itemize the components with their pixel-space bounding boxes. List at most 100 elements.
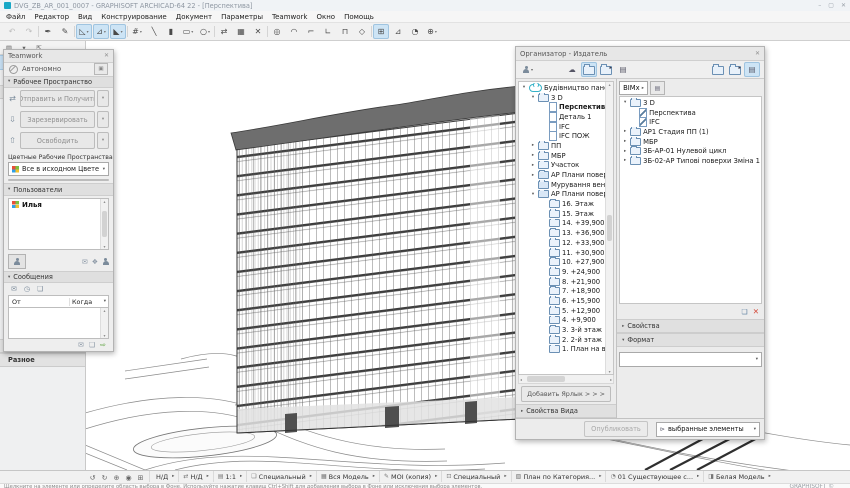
- organizer-titlebar[interactable]: Организатор - Издатель ✕: [516, 47, 764, 61]
- toolbox-item[interactable]: Разное: [0, 353, 85, 367]
- right-publisher-sets-button[interactable]: ▤: [744, 62, 760, 77]
- tree-expander-icon[interactable]: ▸: [530, 173, 536, 178]
- send-receive-button[interactable]: Отправить и Получить: [20, 90, 95, 108]
- inbox-tab-icon[interactable]: ✉: [11, 285, 17, 293]
- collapse-icon[interactable]: ▾: [622, 338, 624, 343]
- menu-item[interactable]: Документ: [176, 13, 212, 21]
- view-map-hscrollbar[interactable]: ◂ ▸: [518, 375, 615, 384]
- toolbar-button[interactable]: ◣: [110, 24, 126, 39]
- tree-item[interactable]: 15. Этаж: [520, 208, 605, 219]
- toolbar-button[interactable]: ✎: [57, 24, 73, 39]
- tree-item[interactable]: Перспектива: [621, 107, 760, 118]
- messages-section-header[interactable]: ▾ Сообщения: [4, 271, 113, 284]
- properties-header[interactable]: ▸ Свойства: [617, 319, 764, 333]
- publisher-sets-left-button[interactable]: ▤: [615, 62, 631, 77]
- quick-option[interactable]: ◨ Белая Модель ▸: [703, 471, 775, 482]
- menu-item[interactable]: Редактор: [34, 13, 69, 21]
- publish-button[interactable]: Опубликовать: [584, 421, 648, 437]
- tree-item[interactable]: ▸ МБР: [520, 150, 605, 161]
- column-when[interactable]: Когда ▾: [70, 298, 108, 306]
- user-profile-icon[interactable]: [102, 257, 109, 266]
- toolbar-button[interactable]: [267, 26, 268, 37]
- tree-item[interactable]: Мурування вентиляційних каналів ти: [520, 179, 605, 190]
- quick-option[interactable]: ❏ Специальный ▸: [246, 471, 316, 482]
- layout-book-button[interactable]: [598, 62, 614, 77]
- quick-option[interactable]: ✎ МОІ (копия) ▸: [378, 471, 441, 482]
- messages-scrollbar[interactable]: ▴ ▾: [100, 307, 108, 339]
- tree-expander-icon[interactable]: ▸: [530, 163, 536, 168]
- toolbar-button[interactable]: ◔: [407, 24, 423, 39]
- tree-expander-icon[interactable]: ▾: [622, 100, 628, 105]
- tree-item[interactable]: 14. +39,900: [520, 218, 605, 229]
- close-icon[interactable]: ✕: [755, 50, 760, 57]
- quick-option[interactable]: ▤ 1:1 ▸: [212, 471, 246, 482]
- menu-item[interactable]: Окно: [316, 13, 335, 21]
- quick-option[interactable]: ▦ Вся Модель ▸: [315, 471, 379, 482]
- collapse-icon[interactable]: ▾: [8, 79, 10, 84]
- user-filter-button[interactable]: [8, 254, 26, 270]
- view-map-button[interactable]: [581, 62, 597, 77]
- my-workspace-button[interactable]: Мое Рабочее Пространство: [8, 179, 109, 182]
- tree-item[interactable]: IFC ПОЖ: [520, 131, 605, 142]
- collapse-icon[interactable]: ▸: [622, 324, 624, 329]
- pending-tab-icon[interactable]: ◷: [24, 285, 30, 293]
- toolbar-button[interactable]: ▮: [163, 24, 179, 39]
- tree-item[interactable]: 11. +30,900: [520, 247, 605, 258]
- collapse-icon[interactable]: ▾: [8, 187, 10, 192]
- maximize-button[interactable]: ▢: [828, 2, 834, 9]
- release-button[interactable]: Освободить: [20, 132, 95, 150]
- toolbar-button[interactable]: ⌐: [303, 24, 319, 39]
- toolbar-button[interactable]: ⇄: [216, 24, 232, 39]
- tree-item[interactable]: ▸ Участок: [520, 160, 605, 171]
- menu-item[interactable]: Файл: [6, 13, 25, 21]
- view-map-scrollbar[interactable]: ▴ ▾: [605, 82, 614, 374]
- toolbar-button[interactable]: ⊿: [390, 24, 406, 39]
- tree-item[interactable]: ▾ 3 D: [621, 98, 760, 108]
- close-icon[interactable]: ✕: [104, 52, 109, 59]
- toolbar-button[interactable]: ◎: [269, 24, 285, 39]
- delete-item-icon[interactable]: ✕: [753, 307, 759, 316]
- tree-item[interactable]: Перспектива: [520, 102, 605, 113]
- right-layout-book-button[interactable]: [727, 62, 743, 77]
- menu-item[interactable]: Конструирование: [101, 13, 166, 21]
- publisher-set-select[interactable]: BIMx ▸: [619, 81, 648, 95]
- tree-expander-icon[interactable]: ▸: [530, 143, 536, 148]
- tree-item[interactable]: 5. +12,900: [520, 305, 605, 316]
- toolbar-button[interactable]: ↶: [4, 24, 20, 39]
- collapse-icon[interactable]: ▸: [521, 409, 523, 414]
- tree-item[interactable]: ▸ МБР: [621, 136, 760, 147]
- tree-expander-icon[interactable]: ▾: [530, 192, 536, 197]
- toolbar-button[interactable]: ↷: [21, 24, 37, 39]
- toolbar-button[interactable]: ▦: [233, 24, 249, 39]
- tree-item[interactable]: ▸ 3Б-02-АР Типові поверхи Зміна 1: [621, 156, 760, 166]
- tree-item[interactable]: ▸ ПП: [520, 141, 605, 151]
- tree-item[interactable]: IFC: [621, 117, 760, 128]
- toolbar-button[interactable]: ◠: [286, 24, 302, 39]
- publisher-user-button[interactable]: ▾: [520, 62, 536, 77]
- message-user-icon[interactable]: ✉: [82, 258, 88, 266]
- tree-item[interactable]: 12. +33,900: [520, 238, 605, 248]
- teamwork-panel-button[interactable]: ▣: [94, 63, 108, 76]
- quick-option[interactable]: ⊡ Специальный ▸: [441, 471, 510, 482]
- quick-option[interactable]: Н/Д ▸: [149, 471, 178, 482]
- toolbar-button[interactable]: ✒: [40, 24, 56, 39]
- tree-item[interactable]: 6. +15,900: [520, 296, 605, 306]
- tree-item[interactable]: 7. +18,900: [520, 286, 605, 296]
- colored-workspaces-select[interactable]: Все в исходном Цвете ▾: [8, 162, 109, 177]
- user-colors-icon[interactable]: ❖: [92, 258, 98, 266]
- reply-icon[interactable]: ✉: [78, 341, 84, 349]
- tree-expander-icon[interactable]: ▾: [521, 85, 527, 90]
- tree-item[interactable]: ▾ Будівництво пансіонату-профілакторія: [520, 83, 605, 93]
- release-dropdown[interactable]: ▾: [97, 132, 109, 150]
- tree-expander-icon[interactable]: ▸: [530, 153, 536, 158]
- tree-item[interactable]: 13. +36,900: [520, 228, 605, 238]
- tree-expander-icon[interactable]: ▸: [622, 149, 628, 154]
- collapse-icon[interactable]: ▾: [8, 275, 10, 280]
- toolbar-button[interactable]: #: [129, 24, 145, 39]
- tree-item[interactable]: ▾ АР Плани поверхів - кладочні: [520, 189, 605, 200]
- delete-message-icon[interactable]: ❏: [89, 341, 95, 349]
- toolbar-button[interactable]: ▭: [180, 24, 196, 39]
- tree-item[interactable]: ▸ 3Б-АР-01 Нулевой цикл: [621, 146, 760, 156]
- quick-option[interactable]: ▧ План по Категория... ▸: [510, 471, 606, 482]
- tree-item[interactable]: Деталь 1: [520, 112, 605, 122]
